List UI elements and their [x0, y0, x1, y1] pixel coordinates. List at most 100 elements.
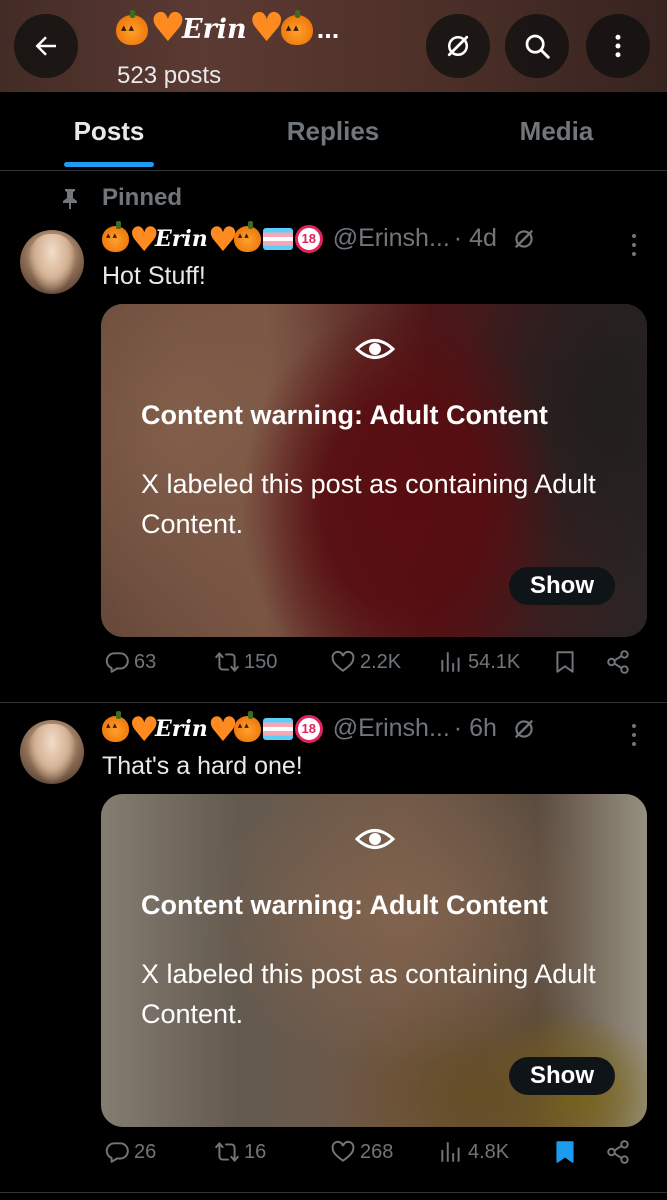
search-button[interactable] — [505, 14, 569, 78]
post-actions: 26 16 268 4.8K — [0, 1139, 667, 1179]
tab-posts[interactable]: Posts — [0, 92, 218, 171]
bookmark-icon — [556, 651, 574, 673]
eye-icon — [355, 339, 395, 359]
repost-count: 16 — [244, 1140, 267, 1163]
grok-icon[interactable] — [511, 716, 537, 742]
tab-replies[interactable]: Replies — [222, 92, 444, 171]
back-arrow-icon — [35, 36, 56, 56]
profile-tabs: Posts Replies Media — [0, 92, 667, 171]
reply-count: 63 — [134, 650, 157, 673]
like-count: 268 — [360, 1140, 394, 1163]
profile-display-name: Erin ... — [116, 8, 340, 48]
post-more-icon[interactable] — [626, 230, 642, 260]
reply-button[interactable]: 63 — [104, 649, 156, 675]
like-button[interactable]: 268 — [330, 1139, 393, 1165]
pumpkin-icon — [233, 710, 261, 742]
author-name[interactable]: Erin 18 — [102, 710, 323, 750]
eye-icon — [355, 829, 395, 849]
trans-flag-icon — [262, 227, 293, 250]
reply-icon — [105, 1142, 129, 1163]
pumpkin-icon — [116, 9, 148, 45]
pinned-label: Pinned — [102, 184, 183, 211]
show-button[interactable]: Show — [509, 1057, 615, 1095]
pumpkin-icon — [233, 220, 261, 252]
content-warning-body: X labeled this post as containing Adult … — [141, 959, 596, 1029]
repost-icon — [215, 652, 239, 672]
more-vertical-icon — [615, 34, 621, 58]
pumpkin-icon — [280, 9, 313, 45]
post-count: 523 posts — [117, 62, 222, 89]
reply-icon — [105, 652, 129, 673]
bookmark-button[interactable] — [552, 1139, 578, 1165]
content-warning-title: Content warning: Adult Content — [141, 400, 548, 430]
pin-icon — [63, 189, 77, 209]
display-name-text: Erin — [182, 14, 247, 45]
views-button[interactable]: 4.8K — [438, 1139, 509, 1165]
reply-button[interactable]: 26 — [104, 1139, 156, 1165]
post-text: That's a hard one! — [102, 752, 303, 780]
sensitive-media[interactable]: Content warning: Adult Content X labeled… — [101, 304, 647, 637]
post-time: · 6h — [453, 714, 497, 742]
back-button[interactable] — [14, 14, 78, 78]
no-under-18-icon: 18 — [294, 224, 323, 253]
active-tab-indicator — [64, 162, 154, 167]
no-under-18-icon: 18 — [294, 714, 323, 743]
grok-button[interactable] — [426, 14, 490, 78]
more-button[interactable] — [586, 14, 650, 78]
post-divider — [0, 1192, 667, 1193]
profile-header: Erin ... 523 posts — [0, 0, 667, 92]
grok-icon — [447, 35, 469, 57]
pinned-indicator: Pinned — [60, 184, 182, 212]
post-text: Hot Stuff! — [102, 262, 206, 290]
like-button[interactable]: 2.2K — [330, 649, 401, 675]
post-header: Erin 18 @Erinsh... · 6h — [102, 710, 537, 750]
orange-heart-icon — [208, 710, 238, 750]
post-header: Erin 18 @Erinsh... · 4d — [102, 220, 537, 260]
like-count: 2.2K — [360, 650, 402, 673]
share-button[interactable] — [605, 1139, 631, 1165]
author-handle[interactable]: @Erinsh... — [333, 714, 450, 743]
views-icon — [441, 1142, 460, 1162]
pumpkin-icon — [102, 710, 129, 742]
post-time: · 4d — [453, 224, 497, 252]
post-divider — [0, 702, 667, 703]
views-button[interactable]: 54.1K — [438, 649, 520, 675]
grok-icon[interactable] — [511, 226, 537, 252]
orange-heart-icon — [129, 710, 159, 750]
share-icon — [607, 1140, 629, 1164]
avatar[interactable] — [20, 230, 84, 294]
share-icon — [607, 650, 629, 674]
post-more-icon[interactable] — [626, 720, 642, 750]
view-count: 54.1K — [468, 650, 521, 673]
like-icon — [331, 1140, 355, 1162]
author-name[interactable]: Erin 18 — [102, 220, 323, 260]
orange-heart-icon — [129, 220, 159, 260]
pumpkin-icon — [102, 220, 129, 252]
author-name-text: Erin — [155, 715, 208, 742]
repost-button[interactable]: 16 — [214, 1139, 266, 1165]
reply-count: 26 — [134, 1140, 157, 1163]
post-actions: 63 150 2.2K 54.1K — [0, 649, 667, 689]
like-icon — [331, 650, 355, 672]
tab-media[interactable]: Media — [446, 92, 667, 171]
bookmark-icon — [556, 1141, 574, 1163]
author-name-text: Erin — [155, 225, 208, 252]
trans-flag-icon — [262, 717, 293, 740]
share-button[interactable] — [605, 649, 631, 675]
title-ellipsis: ... — [316, 14, 340, 44]
orange-heart-icon — [249, 8, 285, 48]
avatar[interactable] — [20, 720, 84, 784]
bookmark-button[interactable] — [552, 649, 578, 675]
views-icon — [441, 652, 460, 672]
orange-heart-icon — [150, 8, 186, 48]
content-warning-title: Content warning: Adult Content — [141, 890, 548, 920]
repost-icon — [215, 1142, 239, 1162]
show-button[interactable]: Show — [509, 567, 615, 605]
repost-count: 150 — [244, 650, 278, 673]
orange-heart-icon — [208, 220, 238, 260]
view-count: 4.8K — [468, 1140, 510, 1163]
author-handle[interactable]: @Erinsh... — [333, 224, 450, 253]
content-warning-body: X labeled this post as containing Adult … — [141, 469, 596, 539]
sensitive-media[interactable]: Content warning: Adult Content X labeled… — [101, 794, 647, 1127]
repost-button[interactable]: 150 — [214, 649, 277, 675]
